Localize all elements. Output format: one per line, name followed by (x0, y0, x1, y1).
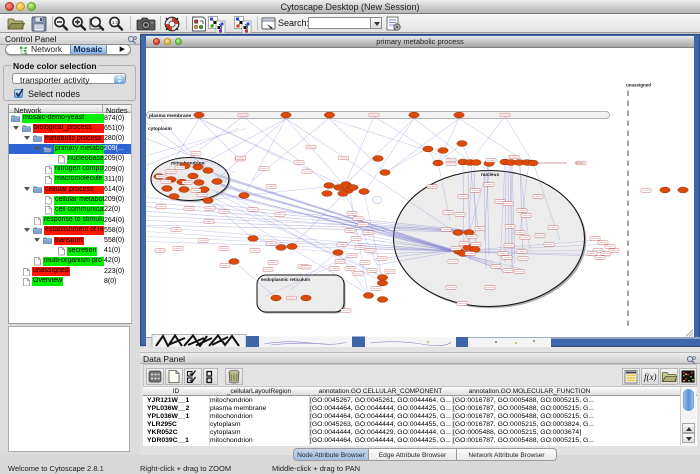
svg-text:cytoplasm: cytoplasm (148, 126, 172, 132)
svg-text:1:1: 1:1 (112, 20, 119, 25)
svg-text:endoplasmic reticulum: endoplasmic reticulum (261, 277, 310, 282)
svg-text:nucleus: nucleus (481, 172, 499, 178)
svg-text:plasma membrane: plasma membrane (149, 113, 191, 119)
svg-text:f(x): f(x) (644, 372, 657, 382)
svg-text:unassigned: unassigned (626, 82, 651, 87)
